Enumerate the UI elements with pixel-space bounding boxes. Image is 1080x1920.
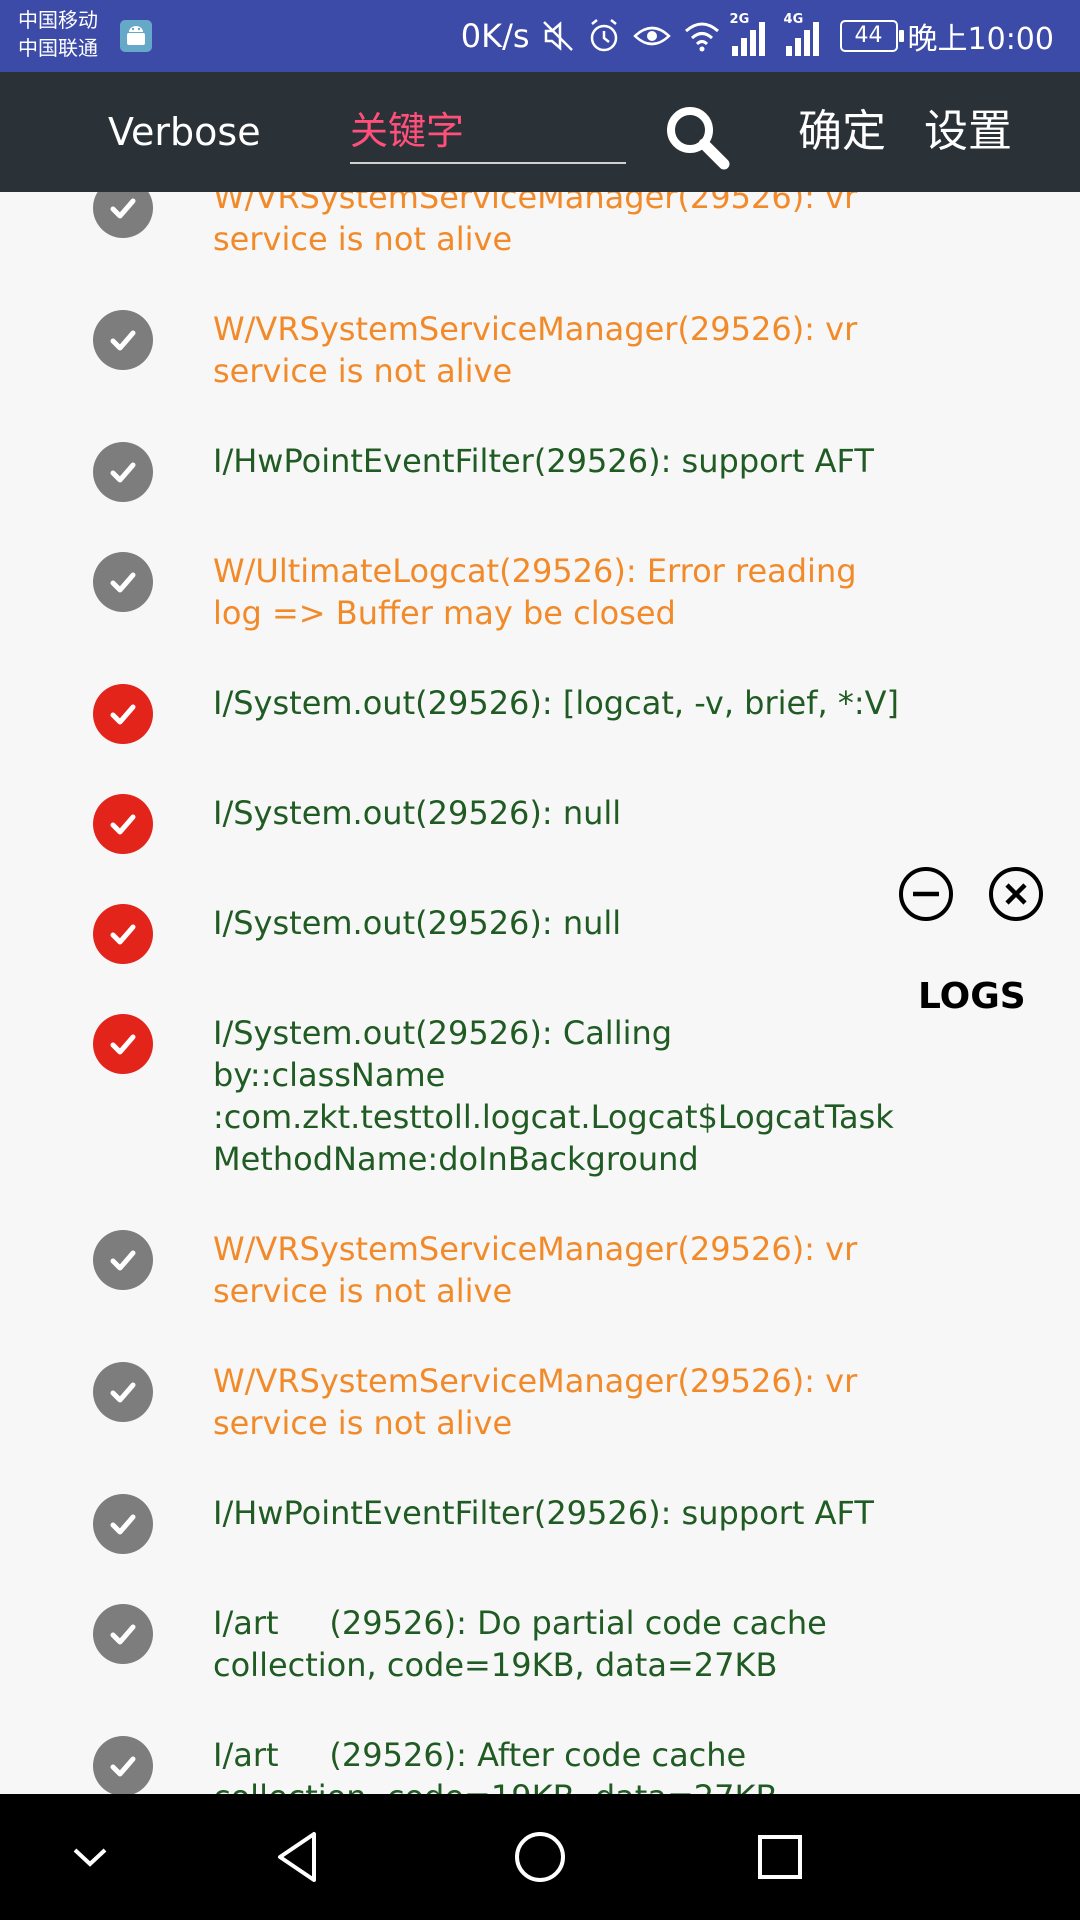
log-row[interactable]: I/HwPointEventFilter(29526): support AFT [0,1484,1080,1594]
carrier-info: 中国移动 中国联通 [18,6,98,62]
mute-icon [542,21,573,51]
log-row[interactable]: I/System.out(29526): Calling by::classNa… [0,1004,1080,1220]
log-message: I/art (29526): Do partial code cache col… [213,1604,837,1684]
signal-2-label: 4G [783,12,804,27]
carrier-1: 中国移动 [18,8,98,32]
log-row[interactable]: I/art (29526): After code cache collecti… [0,1726,1080,1794]
android-debug-icon [120,20,152,52]
close-icon[interactable] [987,865,1045,923]
log-select-check-icon[interactable] [93,1014,153,1074]
navigation-bar [0,1794,1080,1920]
recents-icon[interactable] [747,1824,813,1890]
log-select-check-icon[interactable] [93,1604,153,1664]
signal-1-label: 2G [729,12,750,27]
log-select-check-icon[interactable] [93,1362,153,1422]
settings-button[interactable]: 设置 [924,72,1012,192]
log-level-selector[interactable]: Verbose [108,72,261,192]
log-row[interactable]: I/art (29526): Do partial code cache col… [0,1594,1080,1726]
log-message: I/HwPointEventFilter(29526): support AFT [213,442,874,480]
log-message: W/VRSystemServiceManager(29526): vr serv… [213,1230,868,1310]
log-message: I/System.out(29526): null [213,794,622,832]
log-message: I/art (29526): After code cache collecti… [213,1736,777,1794]
log-message: I/HwPointEventFilter(29526): support AFT [213,1494,874,1532]
log-message: W/VRSystemServiceManager(29526): vr serv… [213,1362,868,1442]
log-row[interactable]: W/VRSystemServiceManager(29526): vr serv… [0,1352,1080,1484]
log-row[interactable]: W/VRSystemServiceManager(29526): vr serv… [0,192,1080,300]
chevron-down-icon[interactable] [57,1824,123,1890]
net-speed: 0K/s [460,17,530,55]
back-icon[interactable] [267,1824,333,1890]
log-row[interactable]: I/HwPointEventFilter(29526): support AFT [0,432,1080,542]
log-row[interactable]: W/UltimateLogcat(29526): Error reading l… [0,542,1080,674]
carrier-2: 中国联通 [18,36,98,60]
log-select-check-icon[interactable] [93,552,153,612]
status-indicators: 0K/s 2G 4G 44 晚上10:00 [461,0,1054,72]
battery-level: 44 [854,23,883,48]
wifi-icon [684,22,719,52]
log-select-check-icon[interactable] [93,1494,153,1554]
toolbar: Verbose 确定 设置 [0,72,1080,192]
eye-care-icon [632,26,671,46]
battery-icon: 44 [839,20,904,52]
minimize-icon[interactable] [897,865,955,923]
log-message: W/UltimateLogcat(29526): Error reading l… [213,552,867,632]
signal-icon: 2G [730,12,776,56]
log-message: W/VRSystemServiceManager(29526): vr serv… [213,310,868,390]
status-bar: 中国移动 中国联通 0K/s 2G 4G 44 晚上10:00 [0,0,1080,72]
log-row[interactable]: W/VRSystemServiceManager(29526): vr serv… [0,1220,1080,1352]
log-row[interactable]: W/VRSystemServiceManager(29526): vr serv… [0,300,1080,432]
log-select-check-icon[interactable] [93,1736,153,1794]
clock: 晚上10:00 [907,22,1054,57]
log-select-check-icon[interactable] [93,310,153,370]
log-select-check-icon[interactable] [93,684,153,744]
log-select-check-icon[interactable] [93,442,153,502]
confirm-button[interactable]: 确定 [798,72,886,192]
floating-logs-label[interactable]: LOGS [918,976,1026,1017]
log-select-check-icon[interactable] [93,904,153,964]
log-message: I/System.out(29526): Calling by::classNa… [213,1014,904,1178]
log-select-check-icon[interactable] [93,1230,153,1290]
search-icon[interactable] [660,100,732,172]
alarm-icon [590,19,617,52]
signal-icon: 4G [784,12,830,56]
home-icon[interactable] [507,1824,573,1890]
log-select-check-icon[interactable] [93,794,153,854]
log-message: I/System.out(29526): [logcat, -v, brief,… [213,684,899,722]
log-select-check-icon[interactable] [93,192,153,238]
log-message: W/VRSystemServiceManager(29526): vr serv… [213,192,868,258]
log-message: I/System.out(29526): null [213,904,622,942]
log-row[interactable]: I/System.out(29526): [logcat, -v, brief,… [0,674,1080,784]
keyword-input[interactable] [350,100,626,164]
